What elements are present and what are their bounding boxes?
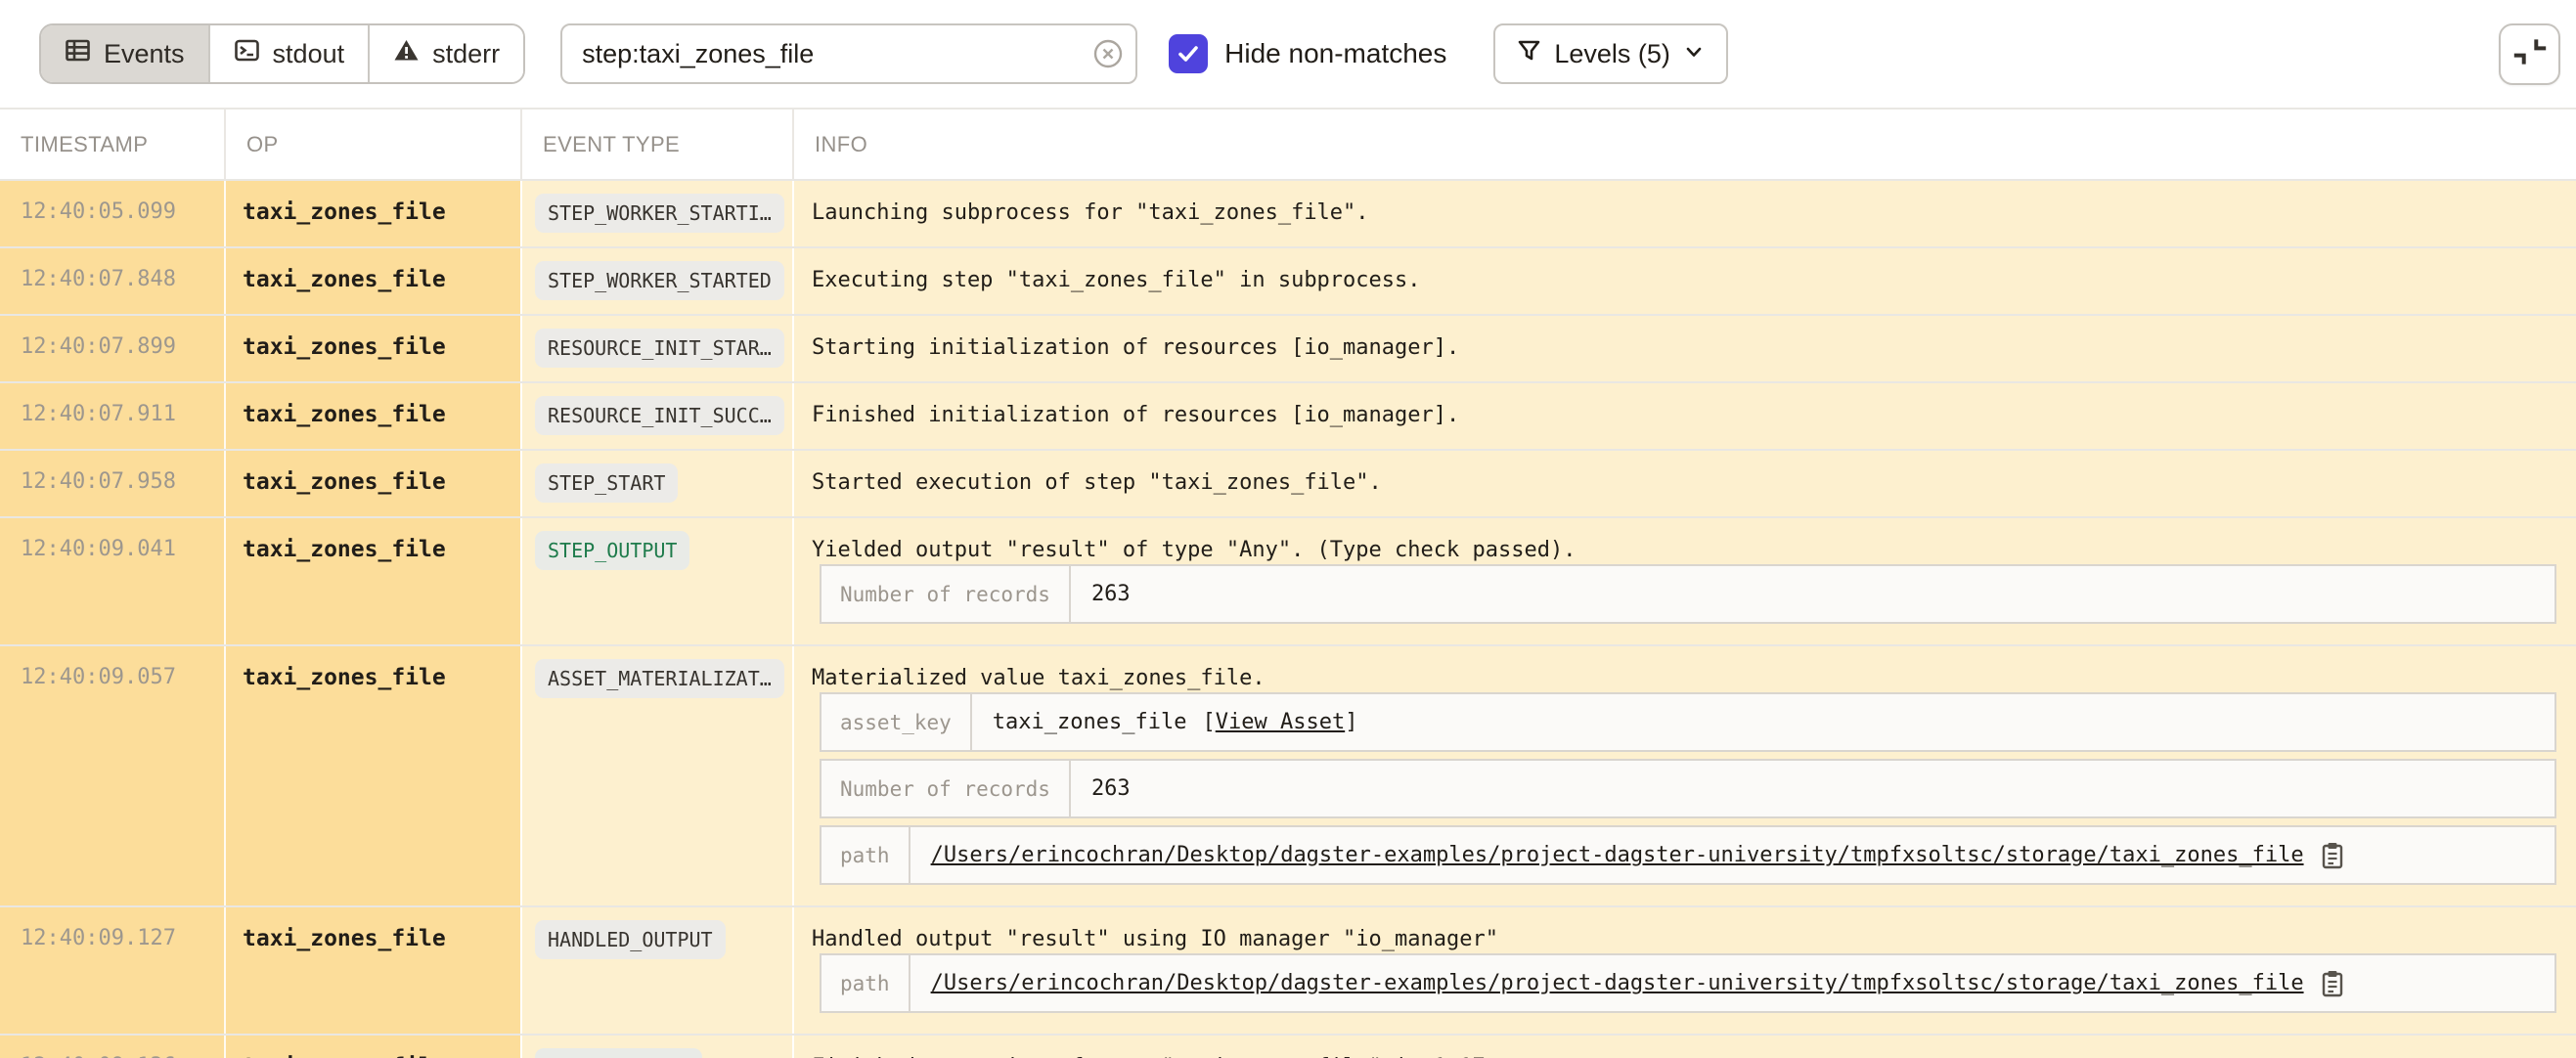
view-mode-tabs: Events stdout stderr [39, 23, 525, 84]
row-timestamp: 12:40:07.848 [0, 248, 224, 314]
view-asset-link[interactable]: View Asset [1216, 710, 1345, 734]
row-timestamp: 12:40:09.127 [0, 907, 224, 1034]
log-row[interactable]: 12:40:09.136 taxi_zones_file STEP_SUCCES… [0, 1034, 2576, 1058]
event-info-message: Launching subprocess for "taxi_zones_fil… [812, 199, 2576, 227]
row-timestamp: 12:40:07.899 [0, 316, 224, 381]
tab-events[interactable]: Events [41, 25, 208, 82]
event-type-badge: STEP_WORKER_STARTI… [535, 194, 784, 233]
event-type-badge: RESOURCE_INIT_SUCC… [535, 396, 784, 435]
header-timestamp: TIMESTAMP [0, 110, 224, 179]
log-row[interactable]: 12:40:07.899 taxi_zones_file RESOURCE_IN… [0, 314, 2576, 381]
log-row[interactable]: 12:40:09.127 taxi_zones_file HANDLED_OUT… [0, 905, 2576, 1034]
header-event-type: EVENT TYPE [520, 110, 792, 179]
metadata-row: path /Users/erincochran/Desktop/dagster-… [822, 955, 2554, 1011]
levels-filter-label: Levels (5) [1554, 39, 1670, 69]
event-type-badge: STEP_WORKER_STARTED [535, 261, 784, 300]
log-rows: 12:40:05.099 taxi_zones_file STEP_WORKER… [0, 179, 2576, 1058]
row-timestamp: 12:40:05.099 [0, 181, 224, 246]
row-timestamp: 12:40:09.041 [0, 518, 224, 644]
event-info-message: Finished execution of step "taxi_zones_f… [812, 1054, 2576, 1058]
warning-icon [393, 37, 420, 70]
clear-search-icon[interactable] [1092, 38, 1124, 69]
metadata-table: Number of records 263 [820, 759, 2556, 818]
header-op: OP [224, 110, 520, 179]
event-type-badge: STEP_START [535, 463, 678, 503]
path-link[interactable]: /Users/erincochran/Desktop/dagster-examp… [931, 971, 2304, 995]
row-op: taxi_zones_file [224, 451, 520, 516]
search-input[interactable] [560, 23, 1137, 84]
hide-non-matches-label[interactable]: Hide non-matches [1224, 38, 1446, 69]
metadata-value: 263 [1071, 566, 1151, 622]
row-op: taxi_zones_file [224, 248, 520, 314]
event-info-message: Finished initialization of resources [io… [812, 402, 2576, 429]
metadata-row: Number of records 263 [822, 761, 2554, 816]
row-timestamp: 12:40:07.911 [0, 383, 224, 449]
metadata-label: Number of records [822, 761, 1071, 816]
event-info-message: Yielded output "result" of type "Any". (… [812, 537, 2576, 564]
tab-stderr-label: stderr [432, 39, 500, 69]
path-link[interactable]: /Users/erincochran/Desktop/dagster-examp… [931, 843, 2304, 867]
row-op: taxi_zones_file [224, 316, 520, 381]
row-timestamp: 12:40:07.958 [0, 451, 224, 516]
table-icon [65, 37, 91, 70]
event-info-message: Started execution of step "taxi_zones_fi… [812, 469, 2576, 497]
copy-icon[interactable] [2320, 969, 2345, 998]
event-type-badge: RESOURCE_INIT_STAR… [535, 329, 784, 368]
collapse-icon [2512, 34, 2548, 74]
event-info-message: Executing step "taxi_zones_file" in subp… [812, 267, 2576, 294]
bracket: [ [1202, 710, 1215, 734]
log-row[interactable]: 12:40:05.099 taxi_zones_file STEP_WORKER… [0, 179, 2576, 246]
metadata-label: Number of records [822, 566, 1071, 622]
event-type-badge: ASSET_MATERIALIZAT… [535, 659, 784, 698]
tab-stdout[interactable]: stdout [208, 25, 369, 82]
row-op: taxi_zones_file [224, 383, 520, 449]
event-type-badge: STEP_OUTPUT [535, 531, 689, 570]
tab-stderr[interactable]: stderr [368, 25, 523, 82]
view-asset-wrapper: [View Asset] [1202, 710, 1357, 734]
row-timestamp: 12:40:09.057 [0, 646, 224, 905]
event-info-message: Starting initialization of resources [io… [812, 334, 2576, 362]
row-op: taxi_zones_file [224, 907, 520, 1034]
metadata-table: asset_key taxi_zones_file [View Asset] [820, 692, 2556, 752]
metadata-table: Number of records 263 [820, 564, 2556, 624]
event-type-badge: HANDLED_OUTPUT [535, 920, 726, 959]
log-row[interactable]: 12:40:09.057 taxi_zones_file ASSET_MATER… [0, 644, 2576, 905]
hide-non-matches-checkbox[interactable] [1169, 34, 1208, 73]
metadata-label: asset_key [822, 694, 972, 750]
filter-funnel-icon [1517, 38, 1541, 69]
levels-filter-button[interactable]: Levels (5) [1493, 23, 1728, 84]
event-info-message: Materialized value taxi_zones_file. [812, 665, 2576, 692]
header-info: INFO [792, 110, 2576, 179]
log-row[interactable]: 12:40:07.911 taxi_zones_file RESOURCE_IN… [0, 381, 2576, 449]
metadata-row: Number of records 263 [822, 566, 2554, 622]
row-op: taxi_zones_file [224, 646, 520, 905]
terminal-icon [234, 37, 260, 70]
tab-stdout-label: stdout [273, 39, 345, 69]
metadata-table: path /Users/erincochran/Desktop/dagster-… [820, 953, 2556, 1013]
log-row[interactable]: 12:40:07.848 taxi_zones_file STEP_WORKER… [0, 246, 2576, 314]
row-op: taxi_zones_file [224, 1036, 520, 1058]
log-row[interactable]: 12:40:09.041 taxi_zones_file STEP_OUTPUT… [0, 516, 2576, 644]
row-timestamp: 12:40:09.136 [0, 1036, 224, 1058]
metadata-row: path /Users/erincochran/Desktop/dagster-… [822, 827, 2554, 883]
row-op: taxi_zones_file [224, 181, 520, 246]
row-op: taxi_zones_file [224, 518, 520, 644]
event-type-badge: STEP_SUCCESS [535, 1048, 702, 1058]
metadata-label: path [822, 827, 910, 883]
metadata-table: path /Users/erincochran/Desktop/dagster-… [820, 825, 2556, 885]
bracket: ] [1345, 710, 1357, 734]
log-row[interactable]: 12:40:07.958 taxi_zones_file STEP_START … [0, 449, 2576, 516]
metadata-row: asset_key taxi_zones_file [View Asset] [822, 694, 2554, 750]
event-info-message: Handled output "result" using IO manager… [812, 926, 2576, 953]
metadata-label: path [822, 955, 910, 1011]
log-filter-search [560, 23, 1137, 84]
chevron-down-icon [1683, 39, 1705, 69]
tab-events-label: Events [104, 39, 185, 69]
log-table-header: TIMESTAMP OP EVENT TYPE INFO [0, 110, 2576, 179]
copy-icon[interactable] [2320, 841, 2345, 870]
metadata-value: 263 [1071, 761, 1151, 816]
log-toolbar: Events stdout stderr [0, 0, 2576, 110]
asset-key-value: taxi_zones_file [993, 710, 1187, 734]
collapse-panel-button[interactable] [2499, 23, 2560, 85]
